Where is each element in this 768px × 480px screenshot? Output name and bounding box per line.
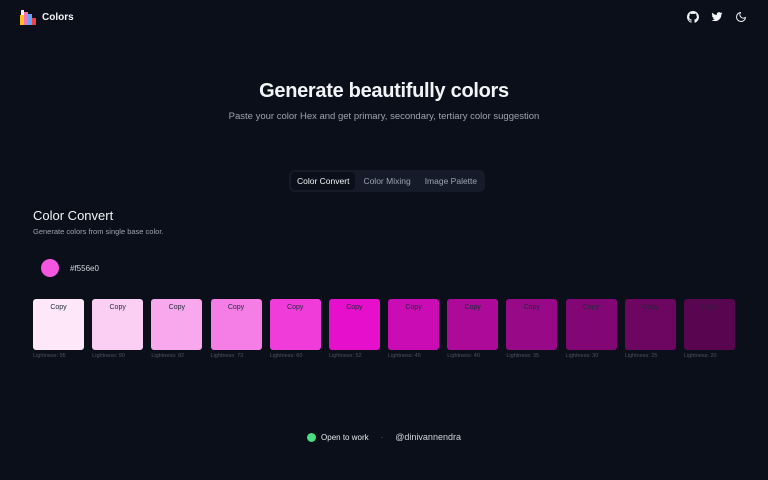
header: Colors bbox=[0, 0, 768, 34]
swatch-lightness-label: Lightness: 90 bbox=[92, 353, 125, 359]
status-dot bbox=[307, 432, 317, 442]
tab-image-palette[interactable]: Image Palette bbox=[419, 172, 483, 190]
swatch-item: Copy Lightness: 20 bbox=[683, 299, 735, 359]
copy-button[interactable]: Copy bbox=[228, 304, 244, 350]
base-color-swatch[interactable] bbox=[41, 259, 59, 277]
swatch-lightness-label: Lightness: 25 bbox=[624, 353, 658, 359]
color-swatch[interactable]: Copy bbox=[33, 299, 84, 350]
color-swatch[interactable]: Copy bbox=[565, 299, 617, 350]
swatch-item: Copy Lightness: 95 bbox=[33, 299, 84, 359]
footer: Open to work · @dinivannendra bbox=[0, 432, 768, 442]
tab-bar: Color Convert Color Mixing Image Palette bbox=[289, 170, 486, 192]
swatch-item: Copy Lightness: 25 bbox=[624, 299, 676, 359]
copy-button[interactable]: Copy bbox=[583, 304, 599, 350]
page-subtitle: Paste your color Hex and get primary, se… bbox=[228, 111, 540, 122]
swatch-item: Copy Lightness: 35 bbox=[506, 299, 558, 359]
color-swatch[interactable]: Copy bbox=[624, 299, 676, 350]
section-title: Color Convert bbox=[33, 208, 114, 223]
copy-button[interactable]: Copy bbox=[50, 304, 66, 350]
color-swatch[interactable]: Copy bbox=[210, 299, 262, 350]
color-swatch[interactable]: Copy bbox=[269, 299, 321, 350]
copy-button[interactable]: Copy bbox=[524, 304, 540, 350]
copy-button[interactable]: Copy bbox=[346, 304, 362, 350]
swatch-lightness-label: Lightness: 82 bbox=[151, 353, 185, 359]
base-color-hex[interactable]: #f556e0 bbox=[70, 264, 99, 273]
swatch-lightness-label: Lightness: 20 bbox=[683, 353, 717, 359]
moon-icon[interactable] bbox=[734, 10, 748, 24]
swatch-item: Copy Lightness: 40 bbox=[447, 299, 499, 359]
status-text: Open to work bbox=[321, 432, 369, 442]
swatch-lightness-label: Lightness: 40 bbox=[447, 353, 480, 359]
copy-button[interactable]: Copy bbox=[405, 304, 421, 350]
header-actions bbox=[686, 10, 748, 24]
swatch-lightness-label: Lightness: 45 bbox=[388, 353, 421, 359]
swatch-row: Copy Lightness: 95 Copy Lightness: 90 Copy Li… bbox=[33, 299, 735, 359]
color-swatch[interactable]: Copy bbox=[92, 299, 144, 350]
swatch-item: Copy Lightness: 73 bbox=[210, 299, 262, 359]
base-color-picker: #f556e0 bbox=[41, 259, 99, 277]
hero: Generate beautifully colors Paste your c… bbox=[0, 80, 768, 122]
copy-button[interactable]: Copy bbox=[642, 304, 658, 350]
page: Colors Generate beautifully colors Paste… bbox=[0, 0, 768, 480]
section-description: Generate colors from single base color. bbox=[33, 227, 164, 236]
swatch-lightness-label: Lightness: 52 bbox=[328, 353, 362, 359]
swatch-item: Copy Lightness: 45 bbox=[388, 299, 440, 359]
author-handle-link[interactable]: @dinivannendra bbox=[395, 432, 461, 442]
copy-button[interactable]: Copy bbox=[465, 304, 481, 350]
color-swatch[interactable]: Copy bbox=[151, 299, 203, 350]
status-badge[interactable]: Open to work bbox=[307, 432, 369, 442]
logo-icon bbox=[20, 10, 36, 25]
brand[interactable]: Colors bbox=[20, 9, 74, 25]
color-swatch[interactable]: Copy bbox=[447, 299, 499, 350]
swatch-item: Copy Lightness: 90 bbox=[92, 299, 144, 359]
footer-separator: · bbox=[380, 432, 384, 442]
github-icon[interactable] bbox=[686, 10, 700, 24]
copy-button[interactable]: Copy bbox=[169, 304, 185, 350]
swatch-lightness-label: Lightness: 60 bbox=[269, 353, 303, 359]
swatch-item: Copy Lightness: 30 bbox=[565, 299, 617, 359]
swatch-lightness-label: Lightness: 30 bbox=[565, 353, 599, 359]
swatch-lightness-label: Lightness: 35 bbox=[506, 353, 540, 359]
swatch-item: Copy Lightness: 52 bbox=[328, 299, 380, 359]
brand-name: Colors bbox=[42, 11, 74, 23]
swatch-lightness-label: Lightness: 73 bbox=[210, 353, 244, 359]
color-swatch[interactable]: Copy bbox=[388, 299, 440, 350]
swatch-lightness-label: Lightness: 95 bbox=[33, 353, 66, 359]
twitter-icon[interactable] bbox=[710, 10, 724, 24]
color-swatch[interactable]: Copy bbox=[506, 299, 558, 350]
copy-button[interactable]: Copy bbox=[701, 304, 717, 350]
color-swatch[interactable]: Copy bbox=[328, 299, 380, 350]
copy-button[interactable]: Copy bbox=[110, 304, 126, 350]
page-title: Generate beautifully colors bbox=[259, 80, 509, 102]
copy-button[interactable]: Copy bbox=[287, 304, 303, 350]
swatch-item: Copy Lightness: 82 bbox=[151, 299, 203, 359]
tab-color-mixing[interactable]: Color Mixing bbox=[357, 172, 416, 190]
swatch-item: Copy Lightness: 60 bbox=[269, 299, 321, 359]
color-swatch[interactable]: Copy bbox=[683, 299, 735, 350]
tab-color-convert[interactable]: Color Convert bbox=[291, 172, 356, 190]
